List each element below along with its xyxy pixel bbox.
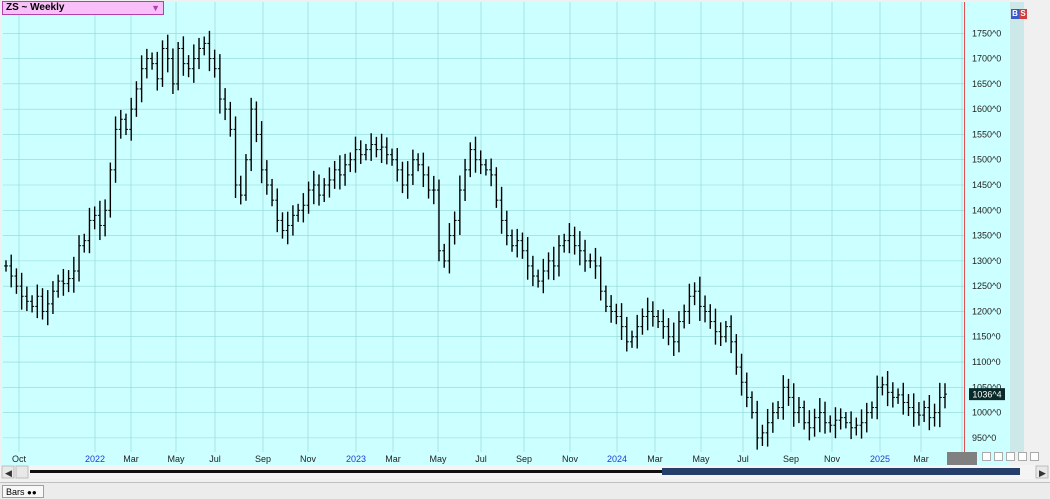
- right-margin-panel: [1010, 2, 1024, 452]
- y-tick-label: 1300^0: [972, 256, 1001, 266]
- y-tick-label: 1400^0: [972, 205, 1001, 215]
- status-bar: Bars ●●: [0, 482, 1050, 499]
- x-tick-label: 2024: [607, 454, 627, 464]
- x-tick-label: 2022: [85, 454, 105, 464]
- last-price-label: 1036^4: [972, 390, 1001, 400]
- y-tick-label: 1350^0: [972, 231, 1001, 241]
- x-tick-label: May: [429, 454, 447, 464]
- y-tick-label: 1500^0: [972, 155, 1001, 165]
- x-tick-label: Sep: [783, 454, 799, 464]
- time-axis-strip: [2, 452, 1010, 465]
- y-tick-label: 1450^0: [972, 180, 1001, 190]
- buy-button[interactable]: B: [1011, 9, 1019, 19]
- x-tick-label: Oct: [12, 454, 27, 464]
- y-tick-label: 1650^0: [972, 79, 1001, 89]
- x-tick-label: Jul: [209, 454, 221, 464]
- x-tick-label: Jul: [737, 454, 749, 464]
- x-tick-label: Sep: [516, 454, 532, 464]
- bars-tab[interactable]: Bars ●●: [2, 485, 44, 498]
- y-tick-label: 1200^0: [972, 306, 1001, 316]
- scroll-right-icon: ▶: [1039, 468, 1046, 478]
- bars-tab-label: Bars: [6, 487, 25, 497]
- x-tick-label: Mar: [913, 454, 929, 464]
- crosshair-tool-button[interactable]: [994, 452, 1003, 461]
- y-tick-label: 1000^0: [972, 408, 1001, 418]
- symbol-label: ZS ~ Weekly: [6, 2, 65, 13]
- last-price-tag: 1036^4: [969, 388, 1005, 401]
- x-tick-label: Mar: [123, 454, 139, 464]
- sell-button[interactable]: S: [1019, 9, 1027, 19]
- chart-frame: 1750^0 1700^0 1650^0 1600^0 1550^0 1500^0 1450…: [0, 0, 1050, 499]
- scroll-left-step-button[interactable]: [15, 465, 29, 479]
- x-tick-label: May: [692, 454, 710, 464]
- scrollbar-thumb[interactable]: [662, 468, 1020, 475]
- y-tick-label: 1550^0: [972, 129, 1001, 139]
- y-tick-label: 1600^0: [972, 104, 1001, 114]
- x-tick-label: Mar: [385, 454, 401, 464]
- grid-tool-button[interactable]: [1018, 452, 1027, 461]
- zoom-tool-button[interactable]: [982, 452, 991, 461]
- draw-tool-button[interactable]: [1006, 452, 1015, 461]
- x-tick-label: Mar: [647, 454, 663, 464]
- symbol-selector[interactable]: ZS ~ Weekly ▼: [2, 1, 164, 15]
- y-tick-label: 1150^0: [972, 332, 1001, 342]
- x-tick-label: Sep: [255, 454, 271, 464]
- settings-tool-button[interactable]: [1030, 452, 1039, 461]
- triangle-down-icon: ▼: [151, 3, 160, 13]
- y-tick-label: 1100^0: [972, 357, 1001, 367]
- binoculars-icon: ●●: [27, 488, 37, 497]
- y-tick-label: 950^0: [972, 433, 996, 443]
- scroll-left-icon: ◀: [5, 468, 12, 478]
- x-tick-label: May: [167, 454, 185, 464]
- y-tick-label: 1700^0: [972, 54, 1001, 64]
- time-axis-end-marker: [947, 452, 977, 465]
- x-tick-label: 2023: [346, 454, 366, 464]
- x-tick-label: Nov: [300, 454, 317, 464]
- x-tick-label: Nov: [562, 454, 579, 464]
- x-tick-label: Nov: [824, 454, 841, 464]
- x-tick-label: 2025: [870, 454, 890, 464]
- y-tick-label: 1250^0: [972, 281, 1001, 291]
- y-tick-label: 1750^0: [972, 28, 1001, 38]
- x-tick-label: Jul: [475, 454, 487, 464]
